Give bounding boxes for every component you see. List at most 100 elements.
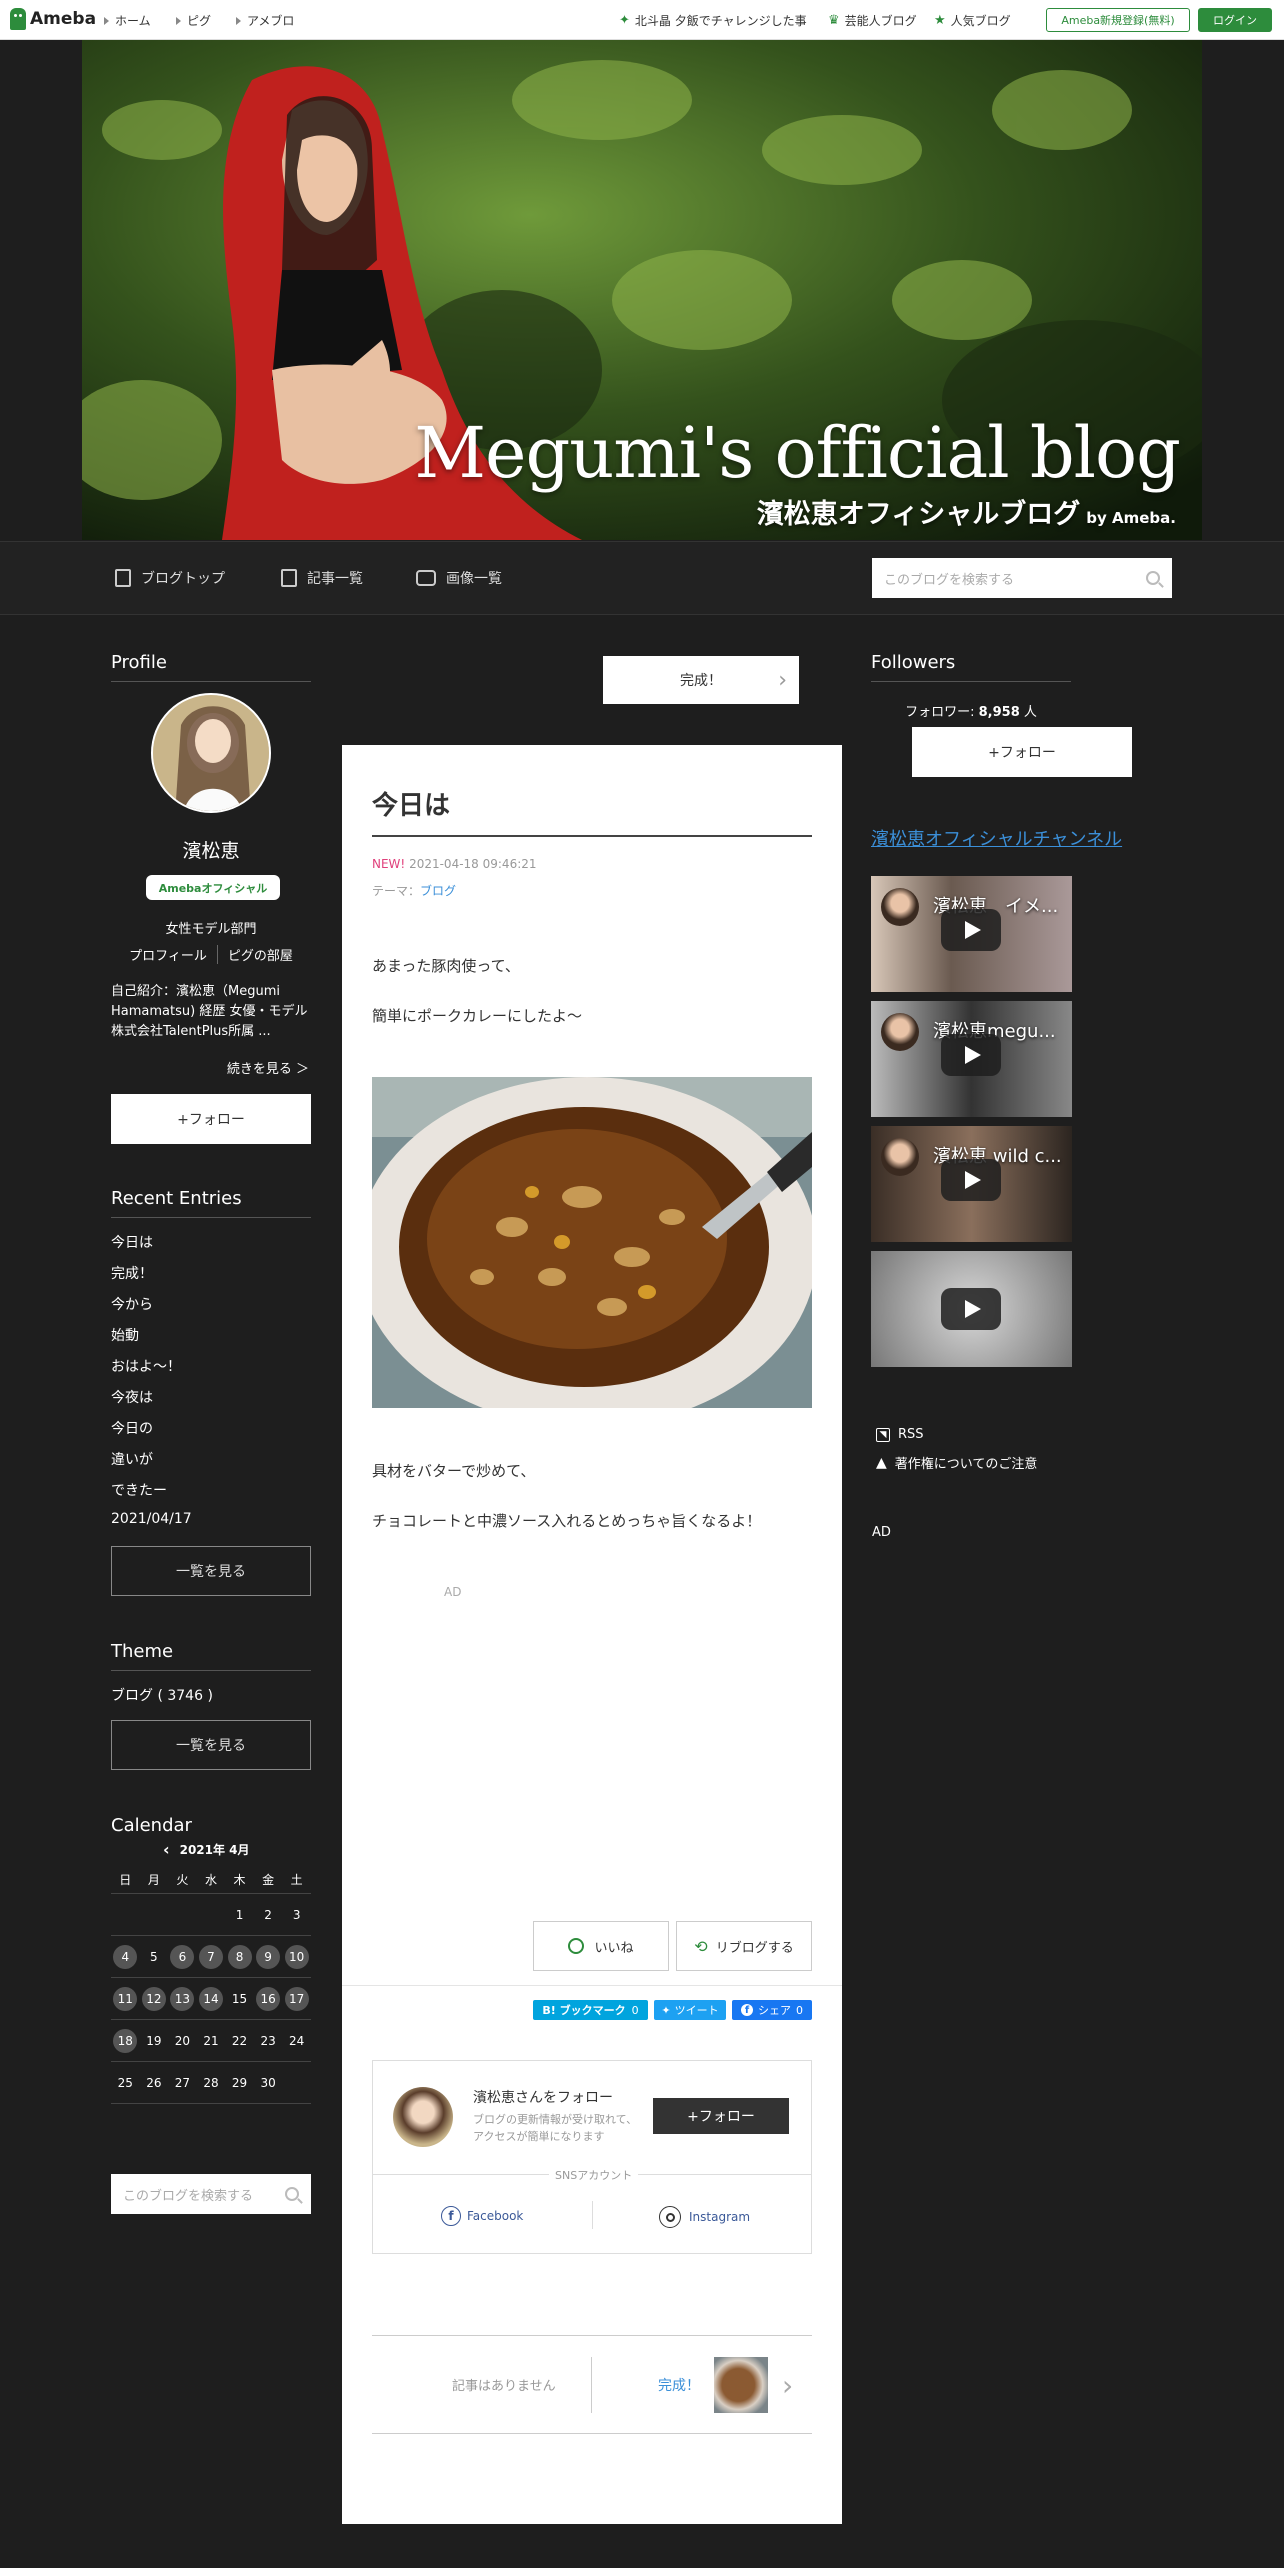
article-follow-button[interactable]: +フォロー <box>653 2098 789 2134</box>
register-button[interactable]: Ameba新規登録(無料) <box>1046 8 1190 32</box>
calendar-day-link[interactable]: 17 <box>284 1986 309 2011</box>
profile-more-link[interactable]: 続きを見る ＞ <box>111 1058 309 1077</box>
calendar-day-cell: 23 <box>254 2029 283 2053</box>
facebook-share-button[interactable]: f シェア 0 <box>732 2000 812 2020</box>
recent-entry[interactable]: 今日の <box>111 1418 153 1438</box>
calendar-day-cell <box>197 1903 226 1927</box>
calendar-day-cell: 1 <box>225 1903 254 1927</box>
article-title[interactable]: 今日は <box>372 785 450 822</box>
tweet-button[interactable]: ✦ ツイート <box>654 2000 726 2020</box>
pigg-room-link[interactable]: ピグの部屋 <box>218 945 293 964</box>
video-thumbnail[interactable]: 濱松恵megu... <box>871 1001 1072 1117</box>
facebook-link[interactable]: f Facebook <box>441 2206 523 2226</box>
popular-blog-link[interactable]: ★ 人気ブログ <box>934 12 1011 29</box>
calendar-day: 23 <box>260 2033 276 2048</box>
calendar-day-link[interactable]: 6 <box>170 1944 195 1969</box>
calendar-day-link[interactable]: 13 <box>170 1986 195 2011</box>
profile-avatar[interactable] <box>151 693 271 813</box>
calendar-grid: 日月火水木金土 1 2 3 4 5 6 7 8 9 10 11 12 13 14 15 16 17 18 19 20 21… <box>111 1866 311 2104</box>
rss-link[interactable]: ◥ RSS <box>876 1427 924 1442</box>
nav-blog-top[interactable]: ブログトップ <box>115 568 225 588</box>
play-icon[interactable] <box>941 909 1001 951</box>
recent-entry[interactable]: できたー <box>111 1480 167 1500</box>
article-paragraph: 具材をバターで炒めて、 <box>372 1462 536 1480</box>
copyright-notice-link[interactable]: ▲ 著作権についてのご注意 <box>876 1453 1037 1473</box>
recent-entry[interactable]: 今夜は <box>111 1387 153 1407</box>
play-icon[interactable] <box>941 1034 1001 1076</box>
calendar-weekday: 月 <box>147 1873 160 1887</box>
recent-entry[interactable]: 違いが <box>111 1449 153 1469</box>
profile-intro: 自己紹介：濱松恵（Megumi Hamamatsu) 経歴 女優・モデル 株式会… <box>111 984 308 1039</box>
nav-entry-list[interactable]: 記事一覧 <box>281 568 363 588</box>
calendar-heading: Calendar <box>111 1815 192 1836</box>
video-thumbnail[interactable]: 濱松恵 wild c... <box>871 1126 1072 1242</box>
calendar-day-link[interactable]: 4 <box>113 1944 138 1969</box>
video-thumbnail[interactable] <box>871 1251 1072 1367</box>
recent-entry[interactable]: おはよ～！ <box>111 1356 181 1376</box>
like-button[interactable]: いいね <box>533 1921 669 1971</box>
article-card: 今日は NEW! 2021-04-18 09:46:21 テーマ：ブログ あまっ… <box>342 745 842 2524</box>
next-entry-top-button[interactable]: 完成！ › <box>603 656 799 704</box>
calendar-day-cell: 20 <box>168 2029 197 2053</box>
profile-follow-button[interactable]: +フォロー <box>111 1094 311 1144</box>
instagram-link[interactable]: Instagram <box>659 2206 750 2228</box>
next-entry-link[interactable]: 完成！ › <box>658 2357 793 2413</box>
divider <box>591 2357 592 2413</box>
nav-entry-list-label: 記事一覧 <box>307 571 363 587</box>
calendar-day-link[interactable]: 10 <box>284 1944 309 1969</box>
calendar-day-link[interactable]: 7 <box>198 1944 223 1969</box>
recent-entry[interactable]: 今日は <box>111 1232 153 1252</box>
calendar-day-link[interactable]: 9 <box>256 1944 281 1969</box>
search-icon[interactable] <box>285 2187 299 2201</box>
calendar-day: 30 <box>260 2075 276 2090</box>
recent-entry[interactable]: 完成！ <box>111 1263 153 1283</box>
blog-search-input[interactable]: このブログを検索する <box>872 558 1172 598</box>
calendar-day-cell: 21 <box>197 2029 226 2053</box>
twitter-bird-icon: ✦ <box>661 2003 671 2017</box>
curry-photo[interactable] <box>372 1077 812 1408</box>
video-thumbnail[interactable]: 濱松恵 イメ... <box>871 876 1072 992</box>
calendar-day-cell: 19 <box>140 2029 169 2053</box>
search-icon[interactable] <box>1146 571 1160 585</box>
ameba-mascot-icon <box>10 8 26 30</box>
ameba-logo[interactable]: Ameba <box>10 8 96 30</box>
calendar-day-link[interactable]: 14 <box>198 1986 223 2011</box>
nav-image-list[interactable]: 画像一覧 <box>416 568 502 588</box>
follow-avatar[interactable] <box>393 2087 453 2147</box>
nav-home[interactable]: ホーム <box>104 12 151 29</box>
followers-follow-button[interactable]: +フォロー <box>912 727 1132 777</box>
chevron-left-icon[interactable]: ‹ <box>163 1840 170 1859</box>
calendar-day-cell: 9 <box>254 1944 283 1969</box>
recent-entry[interactable]: 2021/04/17 <box>111 1511 192 1527</box>
calendar-week-row: 25 26 27 28 29 30 <box>111 2062 311 2104</box>
calendar-day-link[interactable]: 11 <box>113 1986 138 2011</box>
play-icon[interactable] <box>941 1288 1001 1330</box>
sidebar-search-input[interactable]: このブログを検索する <box>111 2174 311 2214</box>
profile-category[interactable]: 女性モデル部門 <box>111 918 311 937</box>
trend-link[interactable]: ✦ 北斗晶 夕飯でチャレンジした事 <box>619 12 807 29</box>
play-icon[interactable] <box>941 1159 1001 1201</box>
recent-entry[interactable]: 始動 <box>111 1325 139 1345</box>
reblog-button[interactable]: ⟲ リブログする <box>676 1921 812 1971</box>
hatena-bookmark-button[interactable]: B! ブックマーク 0 <box>533 2000 648 2020</box>
calendar-day: 20 <box>174 2033 191 2048</box>
calendar-day: 27 <box>174 2075 191 2090</box>
nav-pigg[interactable]: ピグ <box>176 12 211 29</box>
official-channel-link[interactable]: 濱松恵オフィシャルチャンネル <box>871 825 1122 851</box>
calendar-day-link[interactable]: 18 <box>113 2028 138 2053</box>
article-theme-link[interactable]: ブログ <box>420 884 456 898</box>
theme-item[interactable]: ブログ ( 3746 ) <box>111 1685 213 1705</box>
celebrity-blog-link[interactable]: ♛ 芸能人ブログ <box>828 12 917 29</box>
new-badge: NEW! <box>372 857 406 871</box>
blog-header-image[interactable]: Megumi's official blog 濱松恵オフィシャルブログ by Am… <box>82 40 1202 540</box>
theme-all-button[interactable]: 一覧を見る <box>111 1720 311 1770</box>
recent-all-button[interactable]: 一覧を見る <box>111 1546 311 1596</box>
calendar-day-link[interactable]: 12 <box>141 1986 166 2011</box>
recent-entry[interactable]: 今から <box>111 1294 153 1314</box>
calendar-day-link[interactable]: 8 <box>227 1944 252 1969</box>
search-placeholder: このブログを検索する <box>884 572 1015 588</box>
profile-link[interactable]: プロフィール <box>129 945 218 964</box>
calendar-day-link[interactable]: 16 <box>256 1986 281 2011</box>
nav-ameblo[interactable]: アメブロ <box>236 12 294 29</box>
login-button[interactable]: ログイン <box>1198 8 1272 32</box>
